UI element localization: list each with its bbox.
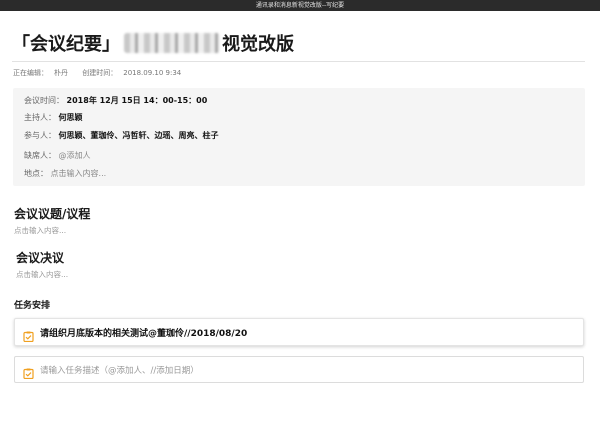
location-row[interactable]: 地点： 点击输入内容... [24,168,106,180]
attendees-value: 何思颖、董珈伶、冯哲轩、边瑶、周亮、柱子 [58,131,219,140]
host-value: 何思颖 [58,113,83,122]
editor-name: 朴丹 [54,69,68,77]
location-input[interactable]: 点击输入内容... [51,169,107,178]
task-input-placeholder: 请输入任务描述（@添加人、//添加日期） [40,365,199,376]
absent-add-person[interactable]: @添加人 [59,151,91,160]
redacted-title-text [124,33,220,53]
task-heading: 任务安排 [14,301,51,311]
task-item-text: 请组织月底版本的相关测试@董珈伶//2018/08/20 [40,328,248,339]
title-divider [12,61,585,62]
agenda-heading: 会议议题/议程 [14,207,91,221]
agenda-input[interactable]: 点击输入内容... [14,225,66,236]
meeting-time-value: 2018年 12月 15日 14：00-15：00 [66,96,208,105]
absent-row[interactable]: 缺席人： @添加人 [24,150,91,162]
editor-label: 正在编辑： 朴丹 [13,69,68,77]
document-title-prefix: 「会议纪要」 [12,34,120,55]
clipboard-check-icon [23,364,34,380]
resolution-heading: 会议决议 [16,251,65,265]
document-title[interactable]: 「会议纪要」 视觉改版 [12,30,294,56]
host-row[interactable]: 主持人： 何思颖 [24,112,83,124]
window-title: 通讯录和消息新视觉改版--写纪要 [255,2,345,9]
meeting-info-panel: 会议时间： 2018年 12月 15日 14：00-15：00 主持人： 何思颖… [13,88,585,186]
meeting-time-row[interactable]: 会议时间： 2018年 12月 15日 14：00-15：00 [24,95,207,107]
resolution-input[interactable]: 点击输入内容... [16,269,68,280]
created-time: 创建时间： 2018.09.10 9:34 [82,69,182,77]
task-item[interactable]: 请组织月底版本的相关测试@董珈伶//2018/08/20 [14,318,584,346]
window-titlebar: 通讯录和消息新视觉改版--写纪要 [0,0,600,11]
task-input-field[interactable]: 请输入任务描述（@添加人、//添加日期） [14,356,584,383]
attendees-row[interactable]: 参与人： 何思颖、董珈伶、冯哲轩、边瑶、周亮、柱子 [24,130,219,142]
document-meta: 正在编辑： 朴丹 创建时间： 2018.09.10 9:34 [13,68,193,78]
clipboard-check-icon[interactable] [23,327,34,342]
document-title-suffix: 视觉改版 [222,34,294,55]
